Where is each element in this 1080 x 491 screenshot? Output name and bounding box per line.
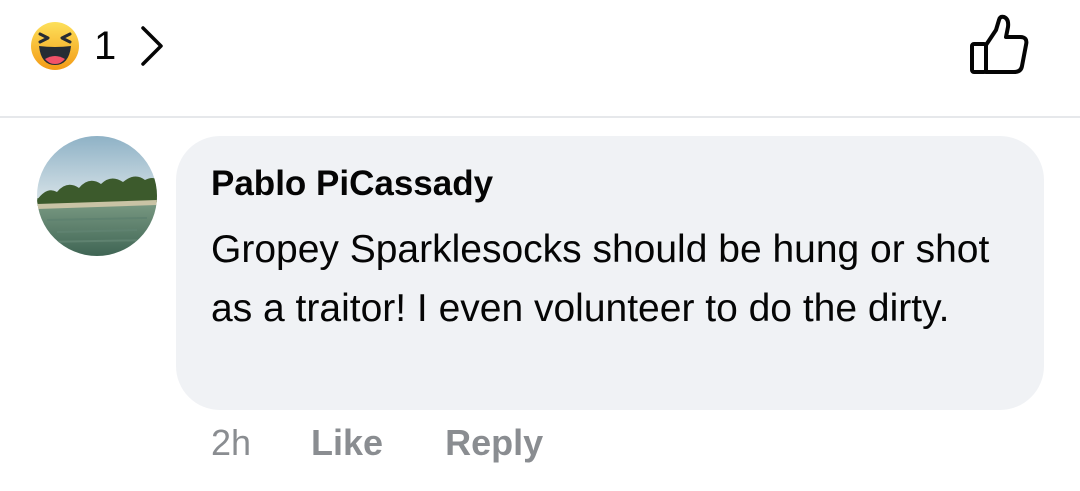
reactions-header: 1 [0, 0, 1080, 116]
comment-timestamp[interactable]: 2h [211, 422, 251, 464]
reaction-summary[interactable]: 1 [30, 20, 166, 72]
chevron-right-icon [141, 26, 163, 66]
like-button[interactable] [966, 14, 1032, 76]
comment-like-button[interactable]: Like [311, 422, 383, 464]
avatar-beach-image [37, 136, 157, 256]
comment-author[interactable]: Pablo PiCassady [211, 162, 1014, 206]
comment-actions: 2h Like Reply [211, 418, 543, 468]
divider [0, 116, 1080, 118]
haha-emoji-icon [31, 22, 79, 70]
comment-bubble: Pablo PiCassady Gropey Sparklesocks shou… [176, 136, 1044, 410]
comment-reply-button[interactable]: Reply [445, 422, 543, 464]
avatar[interactable] [37, 136, 157, 256]
comment-text: Gropey Sparklesocks should be hung or sh… [211, 228, 990, 330]
reaction-count: 1 [94, 24, 117, 68]
thumbs-up-outline-icon [970, 14, 1029, 74]
